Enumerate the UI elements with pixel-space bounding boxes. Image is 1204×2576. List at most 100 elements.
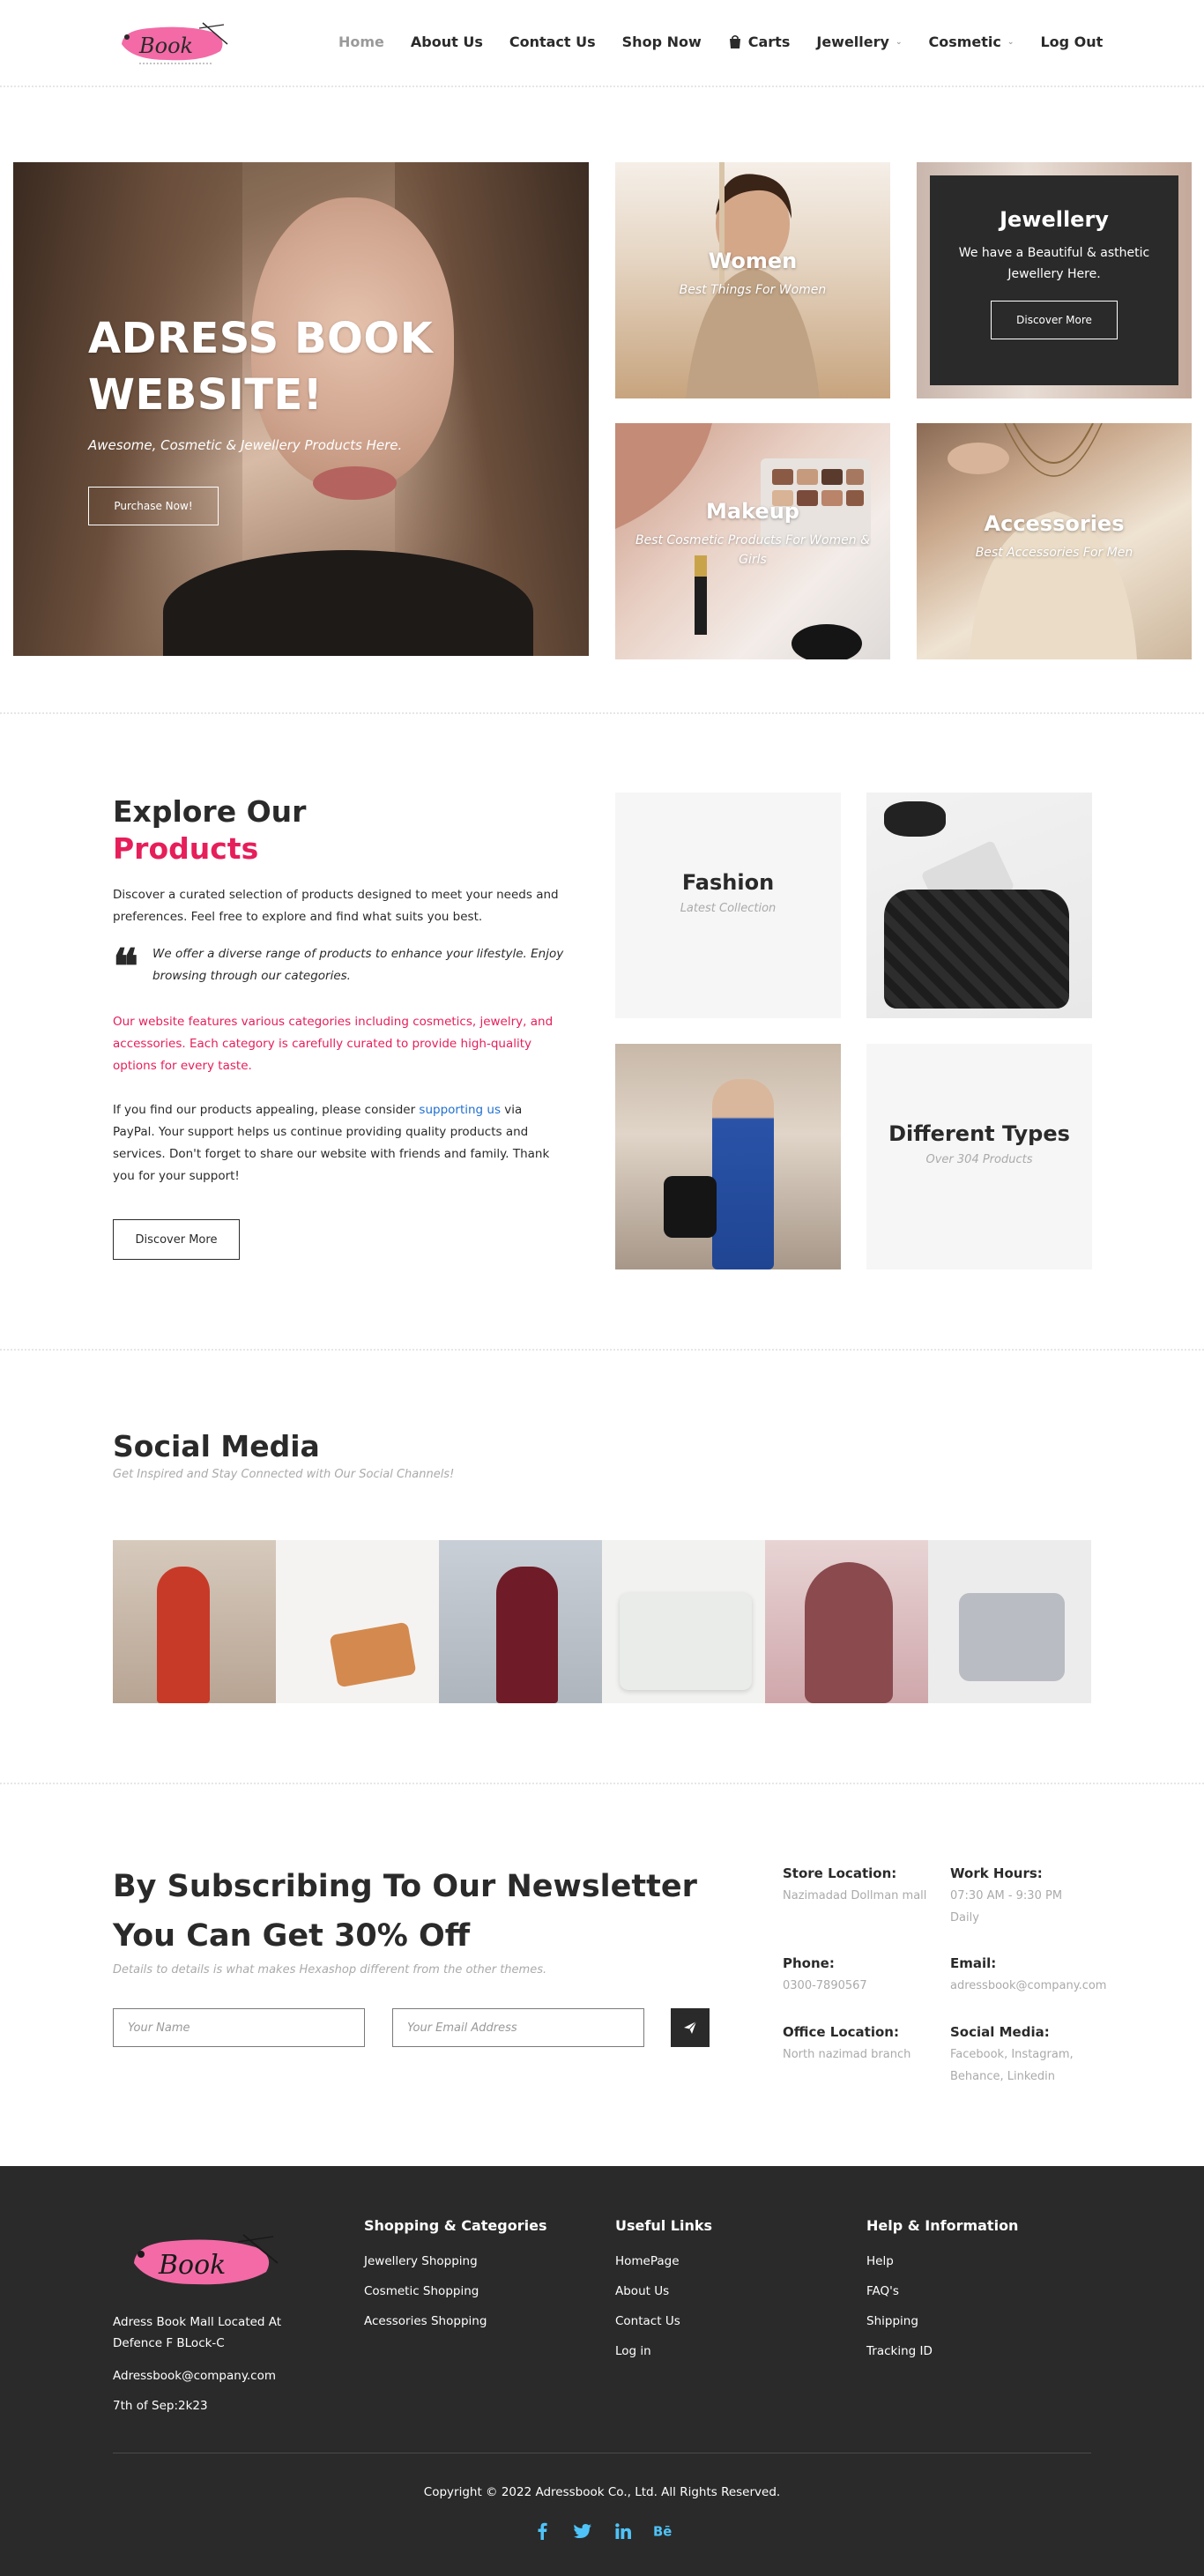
main-nav: Home About Us Contact Us Shop Now Carts …: [338, 34, 1129, 50]
paper-plane-icon: [684, 2021, 697, 2034]
hero-image-lips: [313, 466, 397, 500]
photo-shape: [805, 1562, 893, 1703]
quote-icon: ❝: [113, 938, 139, 994]
linkedin-icon[interactable]: [613, 2520, 634, 2542]
explore-title-line2: Products: [113, 831, 259, 866]
social-photo[interactable]: [113, 1540, 276, 1703]
info-value: Nazimadad Dollman mall: [783, 1889, 927, 1902]
info-value: North nazimad branch: [783, 2048, 911, 2061]
footer-column-title: Useful Links: [615, 2217, 713, 2234]
footer-link[interactable]: Tracking ID: [866, 2336, 1018, 2366]
divider: [0, 86, 1204, 87]
nav-cosmetic-dropdown[interactable]: Cosmetic ⌄: [928, 34, 1014, 50]
email-input[interactable]: Your Email Address: [392, 2008, 644, 2047]
category-tile-women[interactable]: Women Best Things For Women: [615, 162, 890, 398]
footer-link[interactable]: Acessories Shopping: [364, 2306, 546, 2336]
info-value: 0300-7890567: [783, 1979, 867, 1992]
footer-link[interactable]: About Us: [615, 2276, 712, 2306]
category-tile-makeup[interactable]: Makeup Best Cosmetic Products For Women …: [615, 423, 890, 659]
bag-shape: [884, 890, 1069, 1009]
shopping-bag-icon: [729, 34, 740, 48]
footer-column-useful-links: Useful Links HomePage About Us Contact U…: [615, 2217, 712, 2366]
footer-link[interactable]: Cosmetic Shopping: [364, 2276, 546, 2306]
category-tile-accessories[interactable]: Accessories Best Accessories For Men: [917, 423, 1192, 659]
photo-shape: [329, 1621, 417, 1688]
explore-quote-text: We offer a diverse range of products to …: [152, 947, 564, 983]
tile-text: Over 304 Products: [925, 1153, 1033, 1166]
footer-link[interactable]: Help: [866, 2246, 1018, 2276]
photo-shape: [620, 1593, 752, 1690]
explore-highlight: Our website features various categories …: [113, 1015, 554, 1073]
footer-link[interactable]: Shipping: [866, 2306, 1018, 2336]
footer-link[interactable]: FAQ's: [866, 2276, 1018, 2306]
svg-text:Book: Book: [138, 34, 193, 58]
footer-link[interactable]: Jewellery Shopping: [364, 2246, 546, 2276]
info-label: Work Hours:: [950, 1865, 1043, 1881]
tile-title: Jewellery: [1000, 207, 1109, 232]
footer-link[interactable]: Log in: [615, 2336, 712, 2366]
jewellery-overlay: Jewellery We have a Beautiful & asthetic…: [930, 175, 1178, 385]
info-email: Email: adressbook@company.com: [950, 1955, 1144, 1997]
info-value: Facebook, Instagram, Behance, Linkedin: [950, 2048, 1074, 2083]
explore-title: Explore Our Products: [113, 793, 306, 867]
footer-column-shopping: Shopping & Categories Jewellery Shopping…: [364, 2217, 546, 2336]
category-tile-jewellery[interactable]: Jewellery We have a Beautiful & asthetic…: [917, 162, 1192, 398]
explore-support: If you find our products appealing, plea…: [113, 1099, 562, 1187]
product-tile-fashion[interactable]: Fashion Latest Collection: [615, 793, 841, 1018]
nav-contact-us[interactable]: Contact Us: [509, 34, 596, 50]
nav-home-label: Home: [338, 34, 384, 50]
svg-text:Bē: Bē: [653, 2525, 672, 2538]
social-photo[interactable]: [276, 1540, 439, 1703]
hero-title: ADRESS BOOK WEBSITE!: [88, 314, 434, 420]
nav-home[interactable]: Home: [338, 34, 384, 50]
copyright: Copyright © 2022 Adressbook Co., Ltd. Al…: [423, 2485, 781, 2499]
nav-carts-label: Carts: [747, 34, 791, 50]
nav-about-us[interactable]: About Us: [411, 34, 483, 50]
hero-banner: ADRESS BOOK WEBSITE! Awesome, Cosmetic &…: [13, 162, 589, 656]
explore-intro: Discover a curated selection of products…: [113, 888, 559, 924]
twitter-icon[interactable]: [572, 2520, 593, 2542]
social-photo[interactable]: [765, 1540, 928, 1703]
info-label: Phone:: [783, 1955, 835, 1971]
nav-shop-now[interactable]: Shop Now: [622, 34, 702, 50]
nav-jewellery-label: Jewellery: [816, 34, 889, 50]
product-photo-bag: [866, 793, 1092, 1018]
social-photo[interactable]: [928, 1540, 1091, 1703]
site-footer: Book Adress Book Mall Located At Defence…: [0, 2166, 1204, 2576]
tile-text: Latest Collection: [680, 902, 777, 915]
supporting-us-link[interactable]: supporting us: [419, 1103, 501, 1117]
footer-link[interactable]: Contact Us: [615, 2306, 712, 2336]
name-input[interactable]: Your Name: [113, 2008, 365, 2047]
footer-logo[interactable]: Book: [123, 2228, 286, 2294]
purchase-now-button[interactable]: Purchase Now!: [88, 487, 219, 525]
social-subtitle: Get Inspired and Stay Connected with Our…: [113, 1468, 455, 1481]
social-photo[interactable]: [439, 1540, 602, 1703]
divider: [0, 712, 1204, 714]
nav-logout-label: Log Out: [1040, 34, 1104, 50]
divider: [0, 1783, 1204, 1784]
newsletter-title: By Subscribing To Our Newsletter You Can…: [113, 1869, 697, 1954]
discover-more-button[interactable]: Discover More: [991, 301, 1118, 339]
chevron-down-icon: ⌄: [895, 37, 903, 47]
social-photo[interactable]: [602, 1540, 765, 1703]
site-logo[interactable]: Book: [115, 18, 234, 69]
behance-icon[interactable]: Bē: [653, 2520, 674, 2542]
product-tile-types[interactable]: Different Types Over 304 Products: [866, 1044, 1092, 1269]
tile-title: Different Types: [888, 1121, 1070, 1146]
nav-carts[interactable]: Carts: [728, 34, 791, 50]
nav-jewellery-dropdown[interactable]: Jewellery ⌄: [816, 34, 902, 50]
footer-link[interactable]: HomePage: [615, 2246, 712, 2276]
info-store-location: Store Location: Nazimadad Dollman mall: [783, 1865, 933, 1907]
support-text: If you find our products appealing, plea…: [113, 1103, 420, 1117]
discover-more-button[interactable]: Discover More: [113, 1219, 240, 1260]
tile-title: Makeup: [706, 499, 799, 524]
social-title: Social Media: [113, 1429, 320, 1463]
divider: [0, 1349, 1204, 1351]
subscribe-button[interactable]: [671, 2008, 710, 2047]
nav-log-out[interactable]: Log Out: [1040, 34, 1103, 50]
newsletter-subtitle: Details to details is what makes Hexasho…: [113, 1963, 547, 1977]
footer-column-help: Help & Information Help FAQ's Shipping T…: [866, 2217, 1018, 2366]
facebook-icon[interactable]: [531, 2520, 553, 2542]
info-label: Social Media:: [950, 2024, 1050, 2040]
nav-cosmetic-label: Cosmetic: [928, 34, 1001, 50]
